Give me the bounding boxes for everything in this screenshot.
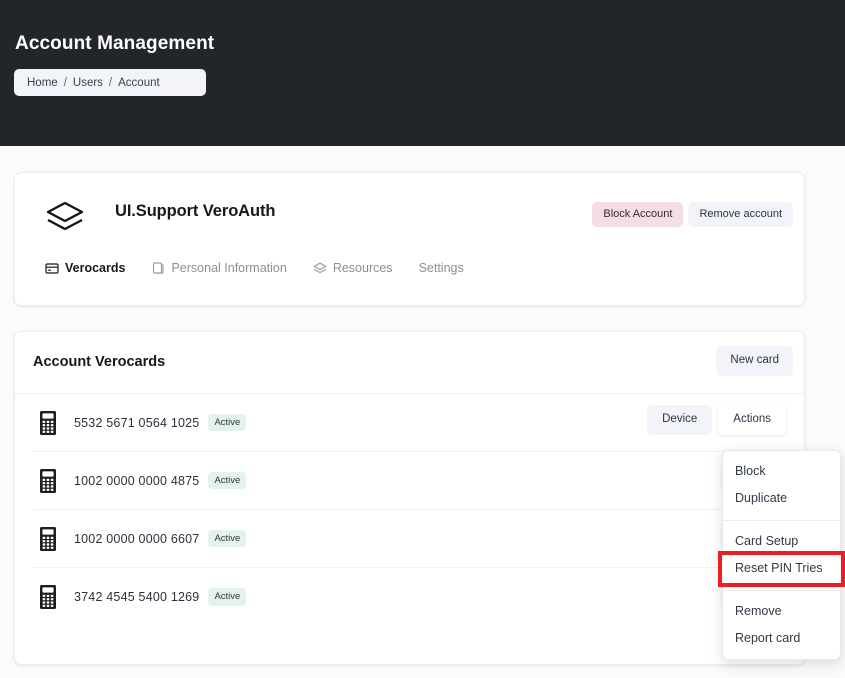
- calculator-device-icon: [39, 410, 57, 436]
- breadcrumb-item-users[interactable]: Users: [73, 77, 103, 89]
- breadcrumb-separator: /: [109, 77, 112, 89]
- tab-personal-information[interactable]: Personal Information: [151, 261, 286, 275]
- breadcrumb-separator: /: [64, 77, 67, 89]
- verocard-number: 3742 4545 5400 1269: [74, 590, 199, 604]
- actions-button[interactable]: Actions: [718, 405, 786, 435]
- menu-item-report-card[interactable]: Report card: [723, 625, 840, 652]
- account-verocards-card: Account Verocards New card 5532 5671 056…: [14, 331, 805, 665]
- table-row: 1002 0000 0000 4875 Active Device: [33, 452, 786, 510]
- breadcrumb: Home / Users / Account: [14, 69, 206, 96]
- tab-settings[interactable]: Settings: [419, 262, 464, 275]
- menu-item-block[interactable]: Block: [723, 458, 840, 485]
- breadcrumb-item-account[interactable]: Account: [118, 77, 160, 89]
- page-title: Account Management: [15, 33, 214, 55]
- document-icon: [151, 261, 165, 275]
- app-page: Account Management Home / Users / Accoun…: [0, 0, 845, 678]
- tab-verocards[interactable]: Verocards: [45, 261, 125, 275]
- block-account-button[interactable]: Block Account: [592, 202, 683, 227]
- table-row: 1002 0000 0000 6607 Active Device: [33, 510, 786, 568]
- menu-divider: [723, 590, 840, 591]
- verocard-number: 1002 0000 0000 6607: [74, 532, 199, 546]
- table-row: 5532 5671 0564 1025 Active Device Action…: [33, 394, 786, 452]
- calculator-device-icon: [39, 584, 57, 610]
- calculator-device-icon: [39, 468, 57, 494]
- breadcrumb-item-home[interactable]: Home: [27, 77, 58, 89]
- tab-resources-label: Resources: [333, 262, 393, 275]
- remove-account-button[interactable]: Remove account: [688, 202, 793, 227]
- menu-item-duplicate[interactable]: Duplicate: [723, 485, 840, 512]
- status-badge: Active: [208, 588, 246, 606]
- device-button[interactable]: Device: [647, 405, 712, 435]
- new-card-button[interactable]: New card: [716, 346, 793, 376]
- layers-icon: [44, 195, 86, 237]
- menu-divider: [723, 520, 840, 521]
- account-tabs: Verocards Personal Information: [45, 261, 464, 275]
- row-action-buttons: Device Actions: [647, 405, 786, 435]
- card-icon: [45, 261, 59, 275]
- verocard-number: 1002 0000 0000 4875: [74, 474, 199, 488]
- menu-item-remove[interactable]: Remove: [723, 598, 840, 625]
- account-name: UI.Support VeroAuth: [115, 202, 275, 221]
- account-action-buttons: Block Account Remove account: [592, 202, 793, 227]
- verocards-header: Account Verocards New card: [15, 332, 804, 394]
- verocard-number: 5532 5671 0564 1025: [74, 416, 199, 430]
- status-badge: Active: [208, 472, 246, 490]
- layers-icon: [313, 261, 327, 275]
- tab-settings-label: Settings: [419, 262, 464, 275]
- table-row: 3742 4545 5400 1269 Active Device: [33, 568, 786, 626]
- menu-item-card-setup[interactable]: Card Setup: [723, 528, 840, 555]
- tab-verocards-label: Verocards: [65, 262, 125, 275]
- menu-item-reset-pin-tries[interactable]: Reset PIN Tries: [722, 555, 841, 582]
- status-badge: Active: [208, 530, 246, 548]
- actions-dropdown-menu: Block Duplicate Card Setup Reset PIN Tri…: [722, 450, 841, 660]
- status-badge: Active: [208, 414, 246, 432]
- account-summary-card: UI.Support VeroAuth Block Account Remove…: [14, 172, 805, 306]
- calculator-device-icon: [39, 526, 57, 552]
- tab-personal-information-label: Personal Information: [171, 262, 286, 275]
- page-header: Account Management Home / Users / Accoun…: [0, 0, 845, 146]
- verocards-title: Account Verocards: [33, 354, 165, 370]
- tab-resources[interactable]: Resources: [313, 261, 393, 275]
